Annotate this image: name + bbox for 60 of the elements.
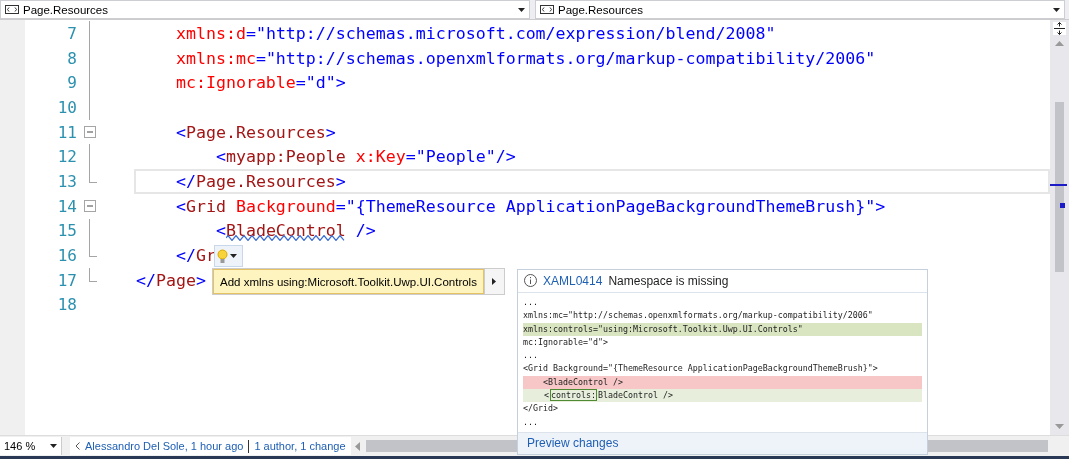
diff-line: ... — [523, 349, 539, 363]
code-line: mc:Ignorable="d"> — [174, 73, 346, 93]
diff-line: mc:Ignorable="d"> — [523, 335, 609, 349]
scroll-left-icon[interactable] — [354, 441, 360, 451]
line-number: 9 — [66, 73, 77, 93]
code-line: <BladeControl /> — [214, 221, 376, 241]
line-number: 14 — [56, 196, 77, 216]
diff-line: <Grid Background="{ThemeResource ApplicationPageBackgroundThemeBrush}"> — [523, 362, 879, 376]
line-number: 10 — [56, 97, 77, 117]
code-line: </Page> — [136, 270, 206, 290]
author-link[interactable]: Alessandro Del Sole, 1 hour ago — [85, 440, 244, 452]
navigation-dropdown[interactable]: Page.Resources — [0, 0, 530, 19]
chevron-left-icon[interactable] — [75, 442, 80, 450]
caret-icon — [50, 444, 57, 448]
scroll-down-icon[interactable] — [1055, 424, 1064, 429]
change-marker — [1060, 203, 1065, 208]
split-icon[interactable] — [1053, 22, 1066, 35]
line-number: 18 — [56, 295, 77, 315]
line-number: 7 — [66, 23, 77, 43]
navigation-dropdown[interactable]: Page.Resources — [535, 0, 1065, 19]
collapse-icon[interactable] — [84, 199, 96, 212]
collapse-icon[interactable] — [84, 125, 96, 138]
scroll-thumb[interactable] — [1055, 102, 1064, 272]
arrow-right-icon — [492, 278, 497, 285]
line-number: 8 — [66, 48, 77, 68]
line-number: 11 — [56, 122, 77, 142]
code-line: <Page.Resources> — [174, 122, 336, 142]
code-line: <myapp:People x:Key="People"/> — [214, 147, 516, 167]
caret-icon — [1053, 7, 1060, 12]
lightbulb-icon — [217, 248, 228, 264]
line-number: 15 — [56, 221, 77, 241]
line-number: 13 — [56, 171, 77, 191]
error-code-link[interactable]: XAML0414 — [543, 273, 603, 288]
element-icon — [5, 5, 19, 14]
caret-icon — [518, 7, 525, 12]
line-number: 12 — [56, 147, 77, 167]
outline-guide — [89, 267, 97, 282]
zoom-dropdown[interactable]: 146 % — [0, 437, 62, 455]
quick-action-item[interactable]: Add xmlns using:Microsoft.Toolkit.Uwp.UI.Controls — [213, 269, 484, 294]
line-number: 16 — [56, 246, 77, 266]
code-line: xmlns:mc="http://schemas.openxmlformats.org/markup-compatibility/2006" — [174, 48, 876, 68]
element-icon — [540, 5, 554, 14]
diff-line: ... — [523, 415, 539, 429]
code-line: </Gr — [174, 246, 216, 266]
caret-icon — [230, 254, 237, 258]
code-line: xmlns:d="http://schemas.microsoft.com/expression/blend/2008" — [174, 23, 776, 43]
vertical-scrollbar[interactable] — [1050, 20, 1069, 435]
code-line: </Page.Resources> — [174, 171, 346, 191]
changes-link[interactable]: 1 author, 1 change — [254, 440, 346, 452]
caret-marker — [1050, 184, 1067, 186]
code-line: <Grid Background="{ThemeResource ApplicationPageBackgroundThemeBrush}"> — [174, 196, 886, 216]
diff-line: xmlns:mc="http://schemas.openxmlformats.org/markup-compatibility/2006" — [523, 309, 874, 323]
preview-changes-link[interactable]: Preview changes — [527, 436, 619, 451]
line-number: 17 — [56, 270, 77, 290]
diff-line: ... — [523, 295, 539, 309]
scroll-up-icon[interactable] — [1055, 41, 1064, 46]
lightbulb-button[interactable] — [214, 245, 243, 267]
error-message: Namespace is missing — [608, 273, 729, 288]
diff-line: </Grid> — [523, 402, 559, 416]
info-icon — [524, 274, 537, 288]
